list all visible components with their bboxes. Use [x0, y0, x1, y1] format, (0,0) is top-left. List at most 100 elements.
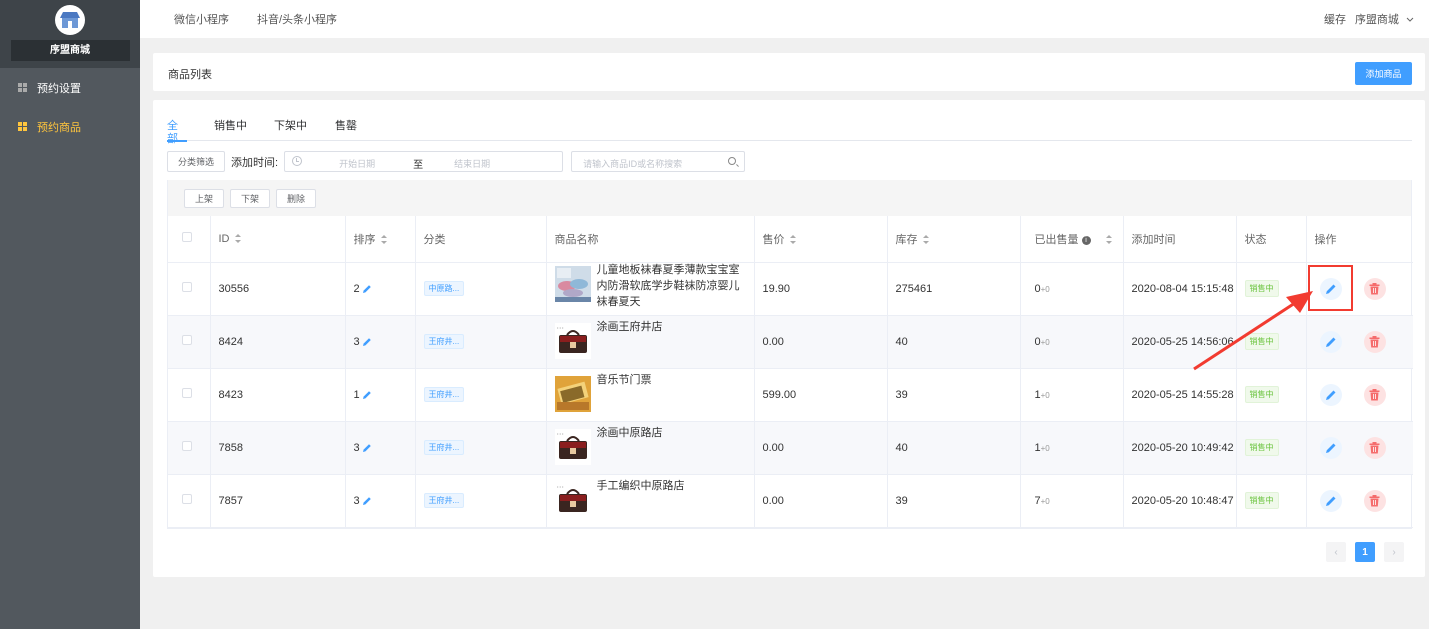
col-sold[interactable]: 已出售量 i	[1020, 216, 1124, 263]
cell-sold: 0+0	[1020, 262, 1124, 316]
category-tag: 王府井...	[423, 387, 465, 402]
sort-icon[interactable]	[1105, 234, 1113, 245]
next-page-button[interactable]: ›	[1384, 542, 1404, 562]
on-shelf-button[interactable]: 上架	[184, 189, 224, 208]
search-placeholder: 请输入商品ID或名称搜索	[583, 159, 683, 169]
cell-sort: 1	[345, 368, 416, 422]
tab-off-shelf[interactable]: 下架中	[274, 120, 307, 141]
cell-product: 儿童地板袜春夏季薄款宝宝室内防滑软底学步鞋袜防凉婴儿袜春夏天	[546, 262, 755, 316]
start-date-input[interactable]: 开始日期	[339, 157, 375, 170]
col-sort[interactable]: 排序	[345, 216, 416, 263]
sold-extra: +0	[1040, 337, 1050, 347]
product-name[interactable]: 儿童地板袜春夏季薄款宝宝室内防滑软底学步鞋袜防凉婴儿袜春夏天	[597, 262, 747, 310]
chevron-down-icon	[1406, 17, 1414, 22]
product-name[interactable]: 音乐节门票	[597, 372, 747, 388]
edit-sort-pencil-icon[interactable]	[362, 496, 371, 506]
edit-sort-pencil-icon[interactable]	[362, 284, 371, 294]
product-name[interactable]: 涂画王府井店	[597, 319, 747, 335]
edit-sort-pencil-icon[interactable]	[362, 443, 371, 453]
delete-row-button[interactable]	[1363, 489, 1386, 512]
page-number-current[interactable]: 1	[1355, 542, 1375, 562]
cell-product: • • • 涂画中原路店	[546, 421, 755, 475]
clock-icon	[292, 156, 303, 166]
edit-button[interactable]	[1319, 383, 1342, 406]
sidebar-item-label: 预约设置	[37, 82, 81, 95]
end-date-input[interactable]: 结束日期	[454, 157, 490, 170]
shop-dropdown[interactable]: 序盟商城	[1355, 11, 1414, 27]
brand: 序盟商城	[0, 0, 140, 68]
delete-row-button[interactable]	[1363, 330, 1386, 353]
nav-link-wechat-miniapp[interactable]: 微信小程序	[174, 11, 229, 27]
product-name[interactable]: 手工编织中原路店	[597, 478, 747, 494]
cell-category: 中原路...	[415, 262, 547, 316]
sidebar-item-booking-products[interactable]: 预约商品	[0, 107, 140, 146]
col-id[interactable]: ID	[210, 216, 346, 263]
cell-status: 销售中	[1236, 421, 1307, 475]
grid-icon	[18, 83, 27, 92]
cell-sold: 0+0	[1020, 315, 1124, 369]
select-all-checkbox[interactable]	[182, 232, 192, 243]
edit-sort-pencil-icon[interactable]	[362, 390, 371, 400]
col-stock[interactable]: 库存	[887, 216, 1021, 263]
sort-icon[interactable]	[380, 234, 388, 245]
cell-stock: 39	[887, 368, 1021, 422]
cache-link[interactable]: 缓存	[1324, 11, 1346, 27]
svg-text:• • •: • • •	[557, 431, 564, 436]
cell-time: 2020-05-20 10:48:47	[1123, 474, 1237, 528]
cell-id: 8424	[210, 315, 346, 369]
search-icon[interactable]	[728, 157, 737, 165]
page-title: 商品列表	[168, 69, 212, 81]
sort-value: 1	[353, 388, 360, 401]
tab-all[interactable]: 全部	[167, 120, 187, 145]
search-input[interactable]: 请输入商品ID或名称搜索	[571, 151, 746, 172]
tab-sold-out[interactable]: 售罄	[335, 120, 357, 141]
sort-icon[interactable]	[234, 233, 242, 244]
sort-value: 3	[353, 441, 360, 454]
delete-row-button[interactable]	[1363, 436, 1386, 459]
shop-name: 序盟商城	[10, 40, 130, 61]
cell-ops	[1306, 421, 1413, 475]
bulk-action-bar: 上架 下架 删除	[168, 180, 1411, 216]
edit-button[interactable]	[1319, 436, 1342, 459]
cell-ops	[1306, 368, 1413, 422]
product-name[interactable]: 涂画中原路店	[597, 425, 747, 441]
row-checkbox[interactable]	[182, 494, 192, 504]
status-tabs: 全部 销售中 下架中 售罄	[167, 120, 1412, 145]
col-name: 商品名称	[546, 216, 755, 263]
edit-sort-pencil-icon[interactable]	[362, 337, 371, 347]
col-price[interactable]: 售价	[754, 216, 888, 263]
edit-button[interactable]	[1319, 489, 1342, 512]
row-checkbox[interactable]	[182, 282, 192, 292]
info-icon[interactable]: i	[1081, 235, 1091, 245]
delete-button[interactable]: 删除	[276, 189, 316, 208]
prev-page-button[interactable]: ‹	[1326, 542, 1346, 562]
off-shelf-button[interactable]: 下架	[230, 189, 270, 208]
date-range-picker[interactable]: 开始日期 至 结束日期	[284, 151, 564, 172]
sold-extra: +0	[1040, 284, 1050, 294]
category-filter-button[interactable]: 分类筛选	[167, 151, 225, 172]
sort-icon[interactable]	[789, 234, 797, 245]
delete-row-button[interactable]	[1363, 277, 1386, 300]
cell-product: • • • 涂画王府井店	[546, 315, 755, 369]
grid-icon	[18, 122, 27, 131]
cell-price: 599.00	[754, 368, 888, 422]
edit-button[interactable]	[1319, 330, 1342, 353]
row-checkbox[interactable]	[182, 335, 192, 345]
tab-on-sale[interactable]: 销售中	[214, 120, 247, 141]
sidebar-item-booking-settings[interactable]: 预约设置	[0, 68, 140, 107]
store-logo-icon	[55, 5, 85, 35]
nav-link-douyin-miniapp[interactable]: 抖音/头条小程序	[257, 11, 337, 27]
add-product-button[interactable]: 添加商品	[1355, 62, 1412, 85]
product-thumbnail: • • •	[554, 322, 591, 359]
row-checkbox[interactable]	[182, 441, 192, 451]
cell-status: 销售中	[1236, 368, 1307, 422]
pagination: ‹ 1 ›	[1317, 542, 1404, 562]
cell-product: 音乐节门票	[546, 368, 755, 422]
table-row: 7858 3 王府井... • • • 涂画中原路店 0.00 40 1+0 2020-05-2…	[168, 421, 1413, 475]
row-checkbox[interactable]	[182, 388, 192, 398]
sort-value: 2	[353, 282, 360, 295]
cell-ops	[1306, 315, 1413, 369]
sort-icon[interactable]	[922, 234, 930, 245]
cell-price: 0.00	[754, 474, 888, 528]
delete-row-button[interactable]	[1363, 383, 1386, 406]
